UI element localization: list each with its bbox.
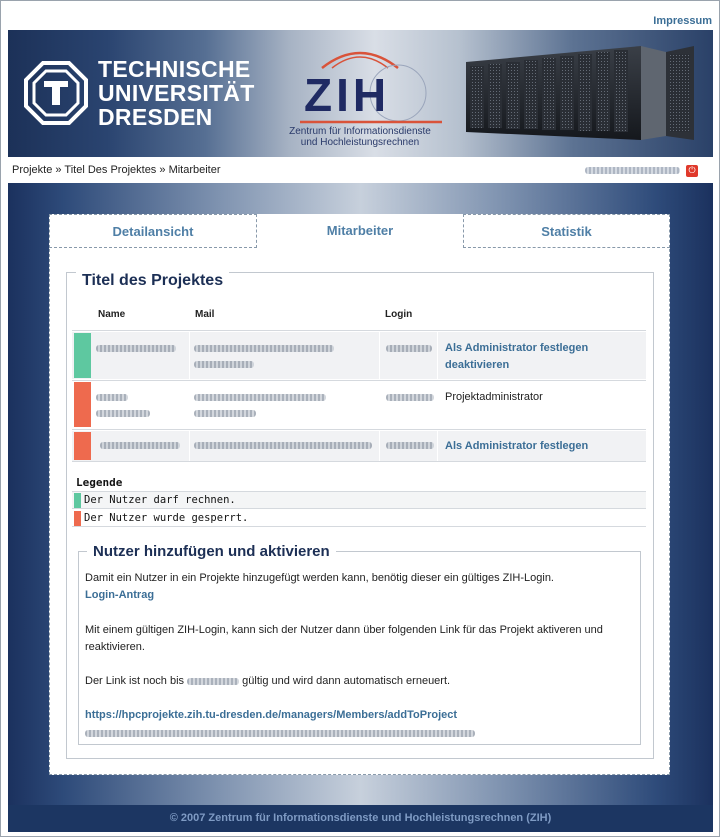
legend-item-blocked: Der Nutzer wurde gesperrt. — [72, 510, 646, 527]
table-divider — [72, 429, 646, 430]
footer: © 2007 Zentrum für Informationsdienste u… — [8, 805, 713, 832]
intro-text: Damit ein Nutzer in ein Projekte hinzuge… — [85, 572, 554, 584]
name-redacted — [96, 394, 128, 401]
breadcrumb-projekt-titel[interactable]: Titel Des Projektes — [64, 164, 156, 176]
mail-redacted — [194, 345, 334, 352]
link-token-redacted — [85, 730, 475, 737]
legend-swatch-active — [74, 493, 81, 508]
activation-text-line1: Mit einem gültigen ZIH-Login, kann sich … — [85, 624, 603, 636]
breadcrumb: Projekte » Titel Des Projektes » Mitarbe… — [8, 158, 713, 183]
column-header-mail: Mail — [195, 309, 215, 320]
activation-text-line2: reaktivieren. — [85, 641, 145, 653]
add-user-title: Nutzer hinzufügen und aktivieren — [87, 543, 336, 560]
validity-prefix: Der Link ist noch bis — [85, 675, 185, 687]
impressum-link[interactable]: Impressum — [653, 15, 712, 27]
legend-text: Der Nutzer wurde gesperrt. — [84, 512, 249, 524]
table-row: Als Administrator festlegen — [72, 431, 646, 461]
name-redacted — [96, 345, 176, 352]
role-label: Projektadministrator — [445, 391, 543, 403]
tab-mitarbeiter[interactable]: Mitarbeiter — [257, 214, 463, 248]
mail-redacted — [194, 410, 256, 417]
legend-heading: Legende — [76, 476, 123, 489]
breadcrumb-trail: Projekte » Titel Des Projektes » Mitarbe… — [12, 164, 221, 176]
legend-item-active: Der Nutzer darf rechnen. — [72, 492, 646, 509]
validity-text: Der Link ist noch bis gültig und wird da… — [85, 673, 450, 690]
name-redacted — [96, 410, 150, 417]
tud-logo-text: TECHNISCHE UNIVERSITÄT DRESDEN — [98, 56, 255, 130]
validity-suffix: gültig und wird dann automatisch erneuer… — [242, 675, 451, 687]
table-divider — [72, 330, 646, 331]
breadcrumb-separator: » — [55, 164, 62, 176]
status-indicator-blocked — [74, 382, 91, 427]
table-divider — [72, 461, 646, 462]
project-title: Titel des Projektes — [76, 272, 230, 290]
breadcrumb-projekte[interactable]: Projekte — [12, 164, 52, 176]
cell-divider — [189, 431, 190, 461]
tab-detailansicht[interactable]: Detailansicht — [49, 214, 257, 248]
cell-divider — [437, 431, 438, 461]
breadcrumb-separator: » — [159, 164, 166, 176]
date-redacted — [187, 677, 240, 685]
cell-divider — [437, 332, 438, 379]
server-rack-image — [466, 46, 694, 140]
username-redacted — [585, 167, 680, 174]
mail-redacted — [194, 442, 372, 449]
name-redacted — [100, 442, 180, 449]
add-to-project-link[interactable]: https://hpcprojekte.zih.tu-dresden.de/ma… — [85, 709, 457, 721]
tab-statistik[interactable]: Statistik — [463, 214, 670, 248]
cell-divider — [379, 431, 380, 461]
login-antrag-link[interactable]: Login-Antrag — [85, 589, 154, 601]
cell-divider — [379, 332, 380, 379]
legend-swatch-blocked — [74, 511, 81, 526]
set-admin-link[interactable]: Als Administrator festlegen — [445, 342, 588, 354]
column-header-login: Login — [385, 309, 413, 320]
status-indicator-blocked — [74, 432, 91, 460]
table-row: Projektadministrator — [72, 381, 646, 428]
login-redacted — [386, 345, 432, 352]
legend-text: Der Nutzer darf rechnen. — [84, 494, 236, 506]
set-admin-link[interactable]: Als Administrator festlegen — [445, 440, 588, 452]
table-row: Als Administrator festlegen deaktivieren — [72, 332, 646, 379]
deactivate-link[interactable]: deaktivieren — [445, 359, 509, 371]
breadcrumb-current: Mitarbeiter — [168, 164, 221, 176]
cell-divider — [189, 332, 190, 379]
column-header-name: Name — [98, 309, 126, 320]
login-redacted — [386, 394, 434, 401]
status-indicator-active — [74, 333, 91, 378]
mail-redacted — [194, 361, 254, 368]
logout-power-icon[interactable]: ⏻ — [686, 165, 698, 177]
mail-redacted — [194, 394, 326, 401]
login-redacted — [386, 442, 434, 449]
tud-logo-icon — [24, 61, 88, 125]
zih-logo-subtitle: Zentrum für Informationsdienste und Hoch… — [289, 126, 431, 148]
zih-logo-name: ZIH — [304, 69, 391, 121]
header-banner: TECHNISCHE UNIVERSITÄT DRESDEN ZIH Zentr… — [8, 30, 713, 157]
